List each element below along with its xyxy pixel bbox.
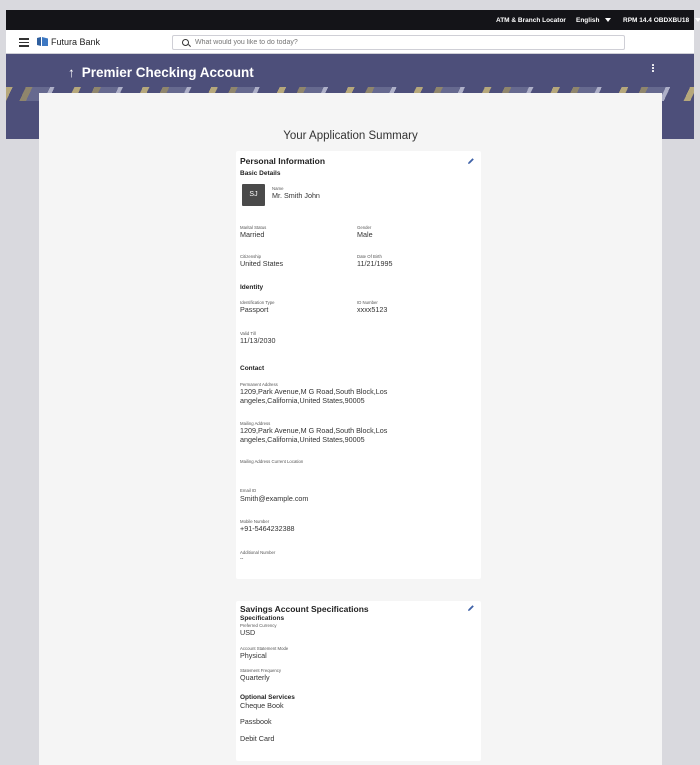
language-label: English xyxy=(576,17,600,24)
search-input[interactable] xyxy=(172,35,625,50)
page-title: ↑ Premier Checking Account xyxy=(68,65,254,80)
permanent-address-value: 1209,Park Avenue,M G Road,South Block,Lo… xyxy=(240,387,388,405)
optional-service-item: Debit Card xyxy=(240,734,275,743)
atm-branch-locator-link[interactable]: ATM & Branch Locator xyxy=(496,17,566,24)
citizenship-value: United States xyxy=(240,259,284,268)
optional-service-item: Cheque Book xyxy=(240,701,284,710)
statement-mode-value: Physical xyxy=(240,651,267,660)
chevron-down-icon xyxy=(605,18,612,23)
main-panel: Your Application Summary Personal Inform… xyxy=(39,93,662,765)
language-selector[interactable]: English xyxy=(576,17,612,24)
more-options-icon[interactable] xyxy=(652,64,654,73)
top-utility-bar: ATM & Branch Locator English RPM 14.4 OB… xyxy=(6,10,700,30)
additional-number-value: -- xyxy=(240,556,244,562)
contact-heading: Contact xyxy=(240,365,265,372)
back-arrow-icon[interactable]: ↑ xyxy=(68,65,75,80)
dob-value: 11/21/1995 xyxy=(357,259,393,268)
marital-status-value: Married xyxy=(240,230,265,239)
search-icon xyxy=(182,39,189,46)
page-title-text: Premier Checking Account xyxy=(81,65,254,80)
valid-till-value: 11/13/2030 xyxy=(240,336,276,345)
statement-frequency-value: Quarterly xyxy=(240,673,270,682)
mobile-value: +91-5464232388 xyxy=(240,524,295,533)
optional-service-item: Passbook xyxy=(240,717,272,726)
optional-services-heading: Optional Services xyxy=(240,694,295,701)
edit-savings-icon[interactable] xyxy=(467,604,475,612)
preferred-currency-value: USD xyxy=(240,628,256,637)
summary-title: Your Application Summary xyxy=(283,130,418,142)
savings-specifications-card: Savings Account Specifications Specifica… xyxy=(236,601,481,761)
identity-heading: Identity xyxy=(240,284,264,291)
specifications-heading: Specifications xyxy=(240,615,285,622)
gender-value: Male xyxy=(357,230,373,239)
personal-information-card: Personal Information Basic Details SJ Na… xyxy=(236,151,481,579)
user-menu[interactable]: RPM 14.4 OBDXBU18 xyxy=(623,17,700,24)
email-value: Smith@example.com xyxy=(240,494,309,503)
name-value: Mr. Smith John xyxy=(272,191,320,200)
menu-icon[interactable] xyxy=(19,38,29,47)
savings-specifications-heading: Savings Account Specifications xyxy=(240,604,369,614)
chevron-down-icon xyxy=(695,18,700,23)
user-label: RPM 14.4 OBDXBU18 xyxy=(623,17,690,24)
basic-details-heading: Basic Details xyxy=(240,170,281,177)
brand-name: Futura Bank xyxy=(51,37,101,47)
id-type-value: Passport xyxy=(240,305,269,314)
personal-information-heading: Personal Information xyxy=(240,156,326,166)
additional-number-label: Additional Number xyxy=(240,550,276,555)
edit-personal-icon[interactable] xyxy=(467,157,475,165)
mailing-address-value: 1209,Park Avenue,M G Road,South Block,Lo… xyxy=(240,426,388,444)
email-label: Email ID xyxy=(240,488,257,493)
bank-logo-icon xyxy=(37,37,48,46)
id-number-value: xxxx5123 xyxy=(357,305,388,314)
app-header: Futura Bank xyxy=(6,30,694,54)
mailing-current-location-label: Mailing Address Current Location xyxy=(240,459,304,464)
avatar: SJ xyxy=(242,184,265,206)
